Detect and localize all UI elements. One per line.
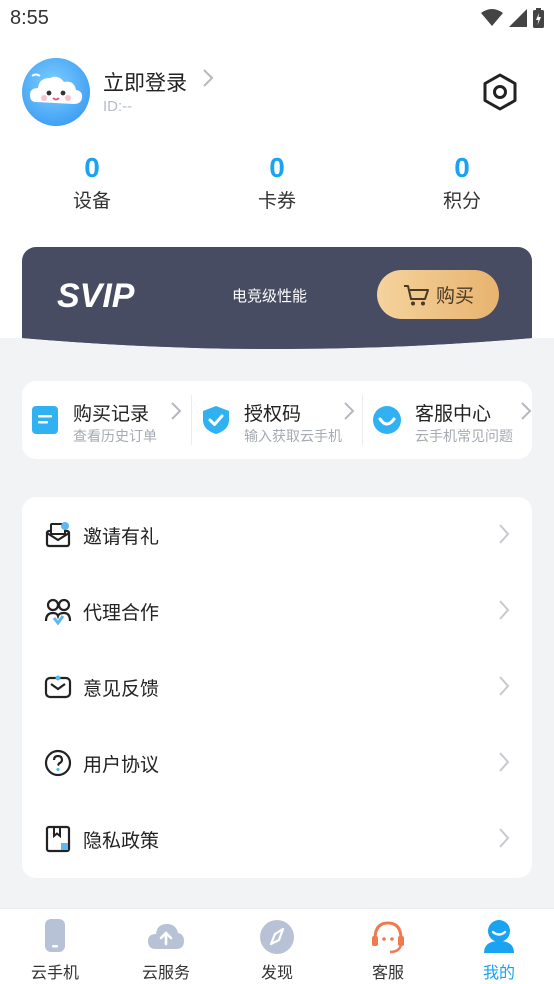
shortcuts-card: 购买记录 查看历史订单 授权码 输入获取云手机 客服中心 云手机常见问题 — [22, 381, 532, 459]
menu-item-privacy-policy[interactable]: 隐私政策 — [22, 801, 532, 877]
shortcut-auth-code[interactable]: 授权码 输入获取云手机 — [193, 381, 363, 459]
chevron-right-icon — [344, 402, 355, 420]
tab-label: 云服务 — [141, 963, 190, 982]
svip-banner[interactable]: SVIP 电竞级性能 购买 — [22, 247, 532, 350]
tab-cloud-phone[interactable]: 云手机 — [0, 909, 110, 984]
stat-value: 0 — [84, 152, 100, 183]
status-time: 8:55 — [10, 7, 49, 29]
chevron-right-icon — [499, 600, 510, 620]
menu-item-label: 用户协议 — [83, 754, 160, 776]
system-icons — [481, 8, 544, 28]
menu-item-label: 邀请有礼 — [83, 526, 160, 548]
chevron-right-icon — [499, 676, 510, 696]
tab-discover[interactable]: 发现 — [222, 909, 332, 984]
divider — [362, 395, 363, 445]
stat-label: 卡券 — [257, 190, 296, 212]
buy-button[interactable]: 购买 — [377, 270, 499, 319]
banner-curve — [0, 336, 554, 356]
shortcut-title: 客服中心 — [415, 403, 492, 425]
buy-button-label: 购买 — [435, 285, 474, 307]
menu-item-label: 代理合作 — [83, 602, 160, 624]
signal-icon — [509, 9, 527, 27]
cart-icon — [403, 284, 429, 305]
bottom-tab-bar: 云手机 云服务 发现 客服 我的 — [0, 908, 554, 984]
compass-icon — [260, 920, 294, 954]
cloud-upload-icon — [148, 924, 184, 949]
shortcut-title: 购买记录 — [73, 403, 150, 425]
shortcut-purchase-records[interactable]: 购买记录 查看历史订单 — [22, 381, 192, 459]
svip-tagline: 电竞级性能 — [232, 287, 308, 305]
divider — [191, 395, 192, 445]
shortcut-subtitle: 云手机常见问题 — [415, 429, 513, 445]
battery-icon — [533, 8, 544, 28]
tab-customer-service[interactable]: 客服 — [333, 909, 443, 984]
person-icon — [484, 920, 514, 953]
headset-icon — [372, 921, 404, 954]
bookmark-doc-icon — [45, 825, 71, 853]
svip-logo-text: SVIP — [57, 277, 135, 313]
user-id: ID:-- — [103, 98, 133, 115]
feedback-mail-icon — [44, 675, 72, 699]
menu-item-feedback[interactable]: 意见反馈 — [22, 649, 532, 725]
profile-section: 立即登录 ID:-- — [22, 58, 532, 126]
shortcut-service-center[interactable]: 客服中心 云手机常见问题 — [364, 381, 534, 459]
menu-item-label: 意见反馈 — [83, 678, 160, 700]
login-link[interactable]: 立即登录 — [103, 67, 187, 97]
avatar[interactable] — [22, 58, 90, 126]
stat-value: 0 — [269, 152, 285, 183]
shortcut-subtitle: 输入获取云手机 — [244, 429, 342, 445]
tab-label: 云手机 — [30, 963, 79, 982]
tab-cloud-service[interactable]: 云服务 — [111, 909, 221, 984]
stat-label: 积分 — [442, 190, 481, 212]
shortcut-subtitle: 查看历史订单 — [73, 429, 157, 445]
wifi-icon — [481, 9, 503, 26]
chevron-right-icon — [499, 828, 510, 848]
stats-row: 0 设备 0 卡券 0 积分 — [0, 150, 554, 220]
users-icon — [44, 598, 72, 625]
shortcut-title: 授权码 — [244, 403, 302, 425]
smile-chat-icon — [373, 406, 401, 434]
stat-points[interactable]: 0 积分 — [392, 150, 532, 216]
stat-devices[interactable]: 0 设备 — [22, 150, 162, 216]
question-circle-icon — [44, 749, 72, 777]
cloud-mascot-icon — [30, 73, 83, 104]
stat-value: 0 — [454, 152, 470, 183]
menu-item-agency[interactable]: 代理合作 — [22, 573, 532, 649]
settings-gear-icon[interactable] — [480, 72, 520, 112]
stat-label: 设备 — [72, 190, 111, 212]
tab-mine[interactable]: 我的 — [444, 909, 554, 984]
chevron-right-icon — [171, 402, 182, 420]
menu-item-user-agreement[interactable]: 用户协议 — [22, 725, 532, 801]
menu-item-invite[interactable]: 邀请有礼 — [22, 497, 532, 573]
svip-logo: SVIP — [57, 277, 135, 313]
phone-icon — [45, 919, 65, 952]
settings-menu: 邀请有礼 代理合作 意见反馈 用户协议 隐私政策 — [22, 497, 532, 878]
tab-label: 发现 — [260, 963, 293, 982]
stat-coupons[interactable]: 0 卡券 — [207, 150, 347, 216]
menu-item-label: 隐私政策 — [83, 830, 160, 852]
document-icon — [32, 406, 58, 434]
status-bar: 8:55 — [0, 0, 554, 38]
chevron-right-icon — [521, 402, 532, 420]
tab-label: 我的 — [482, 963, 515, 982]
shield-check-icon — [203, 406, 229, 434]
tab-label: 客服 — [371, 963, 404, 982]
invite-mail-icon — [45, 522, 71, 548]
chevron-right-icon[interactable] — [202, 68, 214, 88]
chevron-right-icon — [499, 752, 510, 772]
chevron-right-icon — [499, 524, 510, 544]
